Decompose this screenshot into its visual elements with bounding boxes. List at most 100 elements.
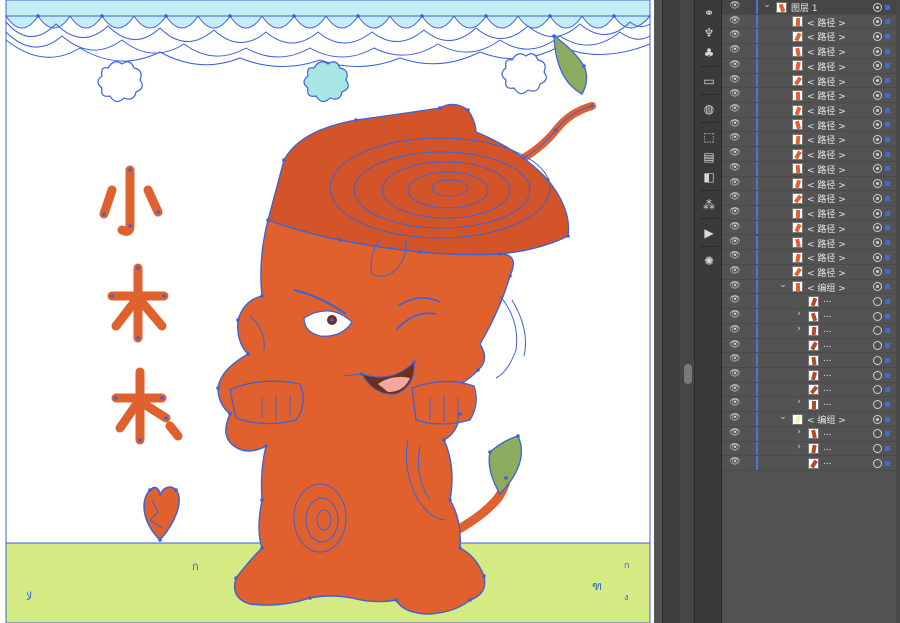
- target-circle-icon[interactable]: [873, 444, 882, 454]
- layer-row[interactable]: 👁︎ ›...: [722, 397, 900, 413]
- visibility-eye-icon[interactable]: 👁︎: [728, 295, 742, 305]
- visibility-eye-icon[interactable]: 👁︎: [728, 119, 742, 129]
- visibility-eye-icon[interactable]: 👁︎: [728, 207, 742, 217]
- layer-row[interactable]: 👁︎ < 路径 >: [722, 220, 900, 236]
- target-circle-icon[interactable]: [873, 76, 882, 86]
- expand-chevron-icon[interactable]: ›: [794, 442, 804, 452]
- target-circle-icon[interactable]: [873, 31, 882, 41]
- layer-row-group[interactable]: 👁︎ ⌄ < 编组 >: [722, 412, 900, 427]
- artboard[interactable]: ก ﻻ ฑ ก ง: [0, 0, 654, 623]
- selection-indicator[interactable]: [885, 48, 890, 54]
- selection-indicator[interactable]: [885, 19, 890, 25]
- selection-indicator[interactable]: [885, 446, 890, 452]
- target-circle-icon[interactable]: [873, 164, 882, 174]
- target-circle-icon[interactable]: [873, 193, 882, 203]
- selection-indicator[interactable]: [885, 298, 890, 304]
- expand-chevron-icon[interactable]: ⌄: [778, 280, 788, 290]
- transform-icon[interactable]: ⬚: [699, 128, 719, 146]
- selection-indicator[interactable]: [885, 92, 890, 98]
- visibility-eye-icon[interactable]: 👁︎: [728, 104, 742, 114]
- layer-row[interactable]: 👁︎...: [722, 368, 900, 383]
- visibility-eye-icon[interactable]: 👁︎: [728, 1, 742, 11]
- target-circle-icon[interactable]: [873, 267, 882, 277]
- magic-wand-icon[interactable]: ⁂: [699, 196, 719, 214]
- visibility-eye-icon[interactable]: 👁︎: [728, 133, 742, 143]
- pathfinder-icon[interactable]: ◧: [699, 168, 719, 186]
- selection-indicator[interactable]: [885, 166, 890, 172]
- selection-indicator[interactable]: [885, 63, 890, 69]
- layer-row[interactable]: 👁︎...: [722, 338, 900, 354]
- selection-indicator[interactable]: [885, 313, 890, 319]
- target-circle-icon[interactable]: [873, 149, 882, 159]
- visibility-eye-icon[interactable]: 👁︎: [728, 45, 742, 55]
- expand-chevron-icon[interactable]: ›: [794, 427, 804, 437]
- link-icon[interactable]: ⚭: [699, 4, 719, 22]
- target-circle-icon[interactable]: [873, 326, 882, 336]
- layer-row[interactable]: 👁︎ < 路径 >: [722, 44, 900, 59]
- artwork[interactable]: ก ﻻ ฑ ก ง: [0, 0, 654, 623]
- target-circle-icon[interactable]: [873, 282, 882, 292]
- selection-indicator[interactable]: [885, 401, 890, 407]
- target-circle-icon[interactable]: [873, 399, 882, 409]
- visibility-eye-icon[interactable]: 👁︎: [728, 398, 742, 408]
- layer-row[interactable]: 👁︎ < 路径 >: [722, 117, 900, 133]
- play-icon[interactable]: ▶: [699, 224, 719, 242]
- expand-chevron-icon[interactable]: ⌄: [778, 412, 788, 422]
- selection-indicator[interactable]: [885, 107, 890, 113]
- selection-indicator[interactable]: [885, 151, 890, 157]
- target-circle-icon[interactable]: [873, 414, 882, 424]
- target-circle-icon[interactable]: [873, 46, 882, 56]
- target-circle-icon[interactable]: [873, 296, 882, 306]
- visibility-eye-icon[interactable]: 👁︎: [728, 443, 742, 453]
- visibility-eye-icon[interactable]: 👁︎: [728, 384, 742, 394]
- selection-indicator[interactable]: [885, 33, 890, 39]
- selection-indicator[interactable]: [885, 210, 890, 216]
- layer-row-group[interactable]: 👁︎ ⌄ < 编组 >: [722, 279, 900, 295]
- layer-row[interactable]: 👁︎ < 路径 >: [722, 264, 900, 280]
- target-circle-icon[interactable]: [873, 208, 882, 218]
- visibility-eye-icon[interactable]: 👁︎: [728, 16, 742, 26]
- canvas-vertical-scrollbar[interactable]: [662, 0, 680, 623]
- visibility-eye-icon[interactable]: 👁︎: [728, 369, 742, 379]
- target-circle-icon[interactable]: [873, 238, 882, 248]
- layers-scrollbar[interactable]: [896, 0, 900, 623]
- selection-indicator[interactable]: [885, 181, 890, 187]
- selection-indicator[interactable]: [885, 416, 890, 422]
- target-circle-icon[interactable]: [873, 341, 882, 351]
- visibility-eye-icon[interactable]: 👁︎: [728, 266, 742, 276]
- visibility-eye-icon[interactable]: 👁︎: [728, 75, 742, 85]
- align-icon[interactable]: ▤: [699, 148, 719, 166]
- target-circle-icon[interactable]: [873, 370, 882, 380]
- target-circle-icon[interactable]: [873, 385, 882, 395]
- target-circle-icon[interactable]: [873, 120, 882, 130]
- layer-row[interactable]: 👁︎ ›...: [722, 309, 900, 324]
- expand-chevron-icon[interactable]: ⌄: [762, 0, 772, 10]
- visibility-eye-icon[interactable]: 👁︎: [728, 60, 742, 70]
- club-symbol-icon[interactable]: ♣: [699, 44, 719, 62]
- visibility-eye-icon[interactable]: 👁︎: [728, 237, 742, 247]
- visibility-eye-icon[interactable]: 👁︎: [728, 340, 742, 350]
- target-circle-icon[interactable]: [873, 61, 882, 71]
- selection-indicator[interactable]: [885, 357, 890, 363]
- visibility-eye-icon[interactable]: 👁︎: [728, 413, 742, 423]
- target-circle-icon[interactable]: [873, 458, 882, 468]
- visibility-eye-icon[interactable]: 👁︎: [728, 354, 742, 364]
- target-circle-icon[interactable]: [873, 252, 882, 262]
- selection-indicator[interactable]: [885, 254, 890, 260]
- layer-row[interactable]: 👁︎ < 路径 >: [722, 161, 900, 177]
- sun-icon[interactable]: ✺: [699, 252, 719, 270]
- rectangle-icon[interactable]: ▭: [699, 72, 719, 90]
- layer-row[interactable]: 👁︎ ›...: [722, 323, 900, 339]
- visibility-eye-icon[interactable]: 👁︎: [728, 163, 742, 173]
- visibility-eye-icon[interactable]: 👁︎: [728, 251, 742, 261]
- visibility-eye-icon[interactable]: 👁︎: [728, 310, 742, 320]
- layer-row-top[interactable]: 👁︎ ⌄ 图层 1: [722, 0, 900, 15]
- selection-indicator[interactable]: [885, 136, 890, 142]
- visibility-eye-icon[interactable]: 👁︎: [728, 457, 742, 467]
- target-circle-icon[interactable]: [873, 17, 882, 27]
- selection-indicator[interactable]: [885, 372, 890, 378]
- target-circle-icon[interactable]: [873, 90, 882, 100]
- layer-row[interactable]: 👁︎ < 路径 >: [722, 191, 900, 207]
- visibility-eye-icon[interactable]: 👁︎: [728, 192, 742, 202]
- target-circle-icon[interactable]: [873, 355, 882, 365]
